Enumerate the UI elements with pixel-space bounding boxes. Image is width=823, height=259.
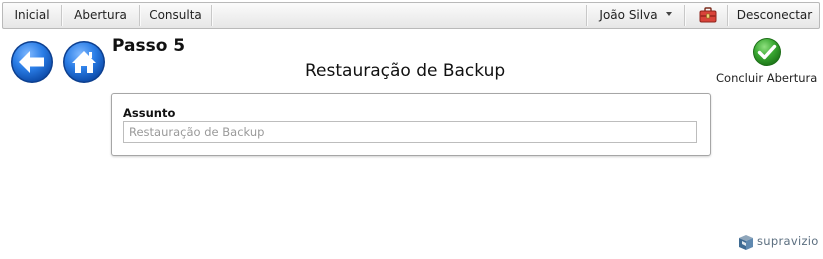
supravizio-logo-icon (739, 235, 753, 250)
top-nav-bar: Inicial Abertura Consulta João Silva Des… (2, 2, 820, 29)
logout-link[interactable]: Desconectar (728, 3, 821, 28)
nav-open-link[interactable]: Abertura (62, 3, 139, 28)
subject-input[interactable] (123, 121, 697, 143)
home-button[interactable] (62, 40, 106, 84)
check-circle-icon[interactable] (752, 37, 782, 67)
brand-name: supravizio (757, 234, 819, 248)
back-button[interactable] (10, 40, 54, 84)
toolbox-icon[interactable] (699, 7, 717, 23)
subject-label: Assunto (123, 106, 176, 120)
nav-query-link[interactable]: Consulta (140, 3, 211, 28)
user-menu-button[interactable]: João Silva (587, 3, 684, 28)
user-name: João Silva (599, 8, 658, 22)
nav-home-link[interactable]: Inicial (3, 3, 61, 28)
form-panel: Assunto (111, 93, 711, 156)
nav-separator (684, 5, 685, 26)
conclude-button-label[interactable]: Concluir Abertura (716, 71, 817, 85)
chevron-down-icon (665, 11, 672, 16)
nav-separator (211, 5, 212, 26)
step-title: Passo 5 (112, 36, 186, 56)
page-title: Restauração de Backup (305, 61, 506, 81)
